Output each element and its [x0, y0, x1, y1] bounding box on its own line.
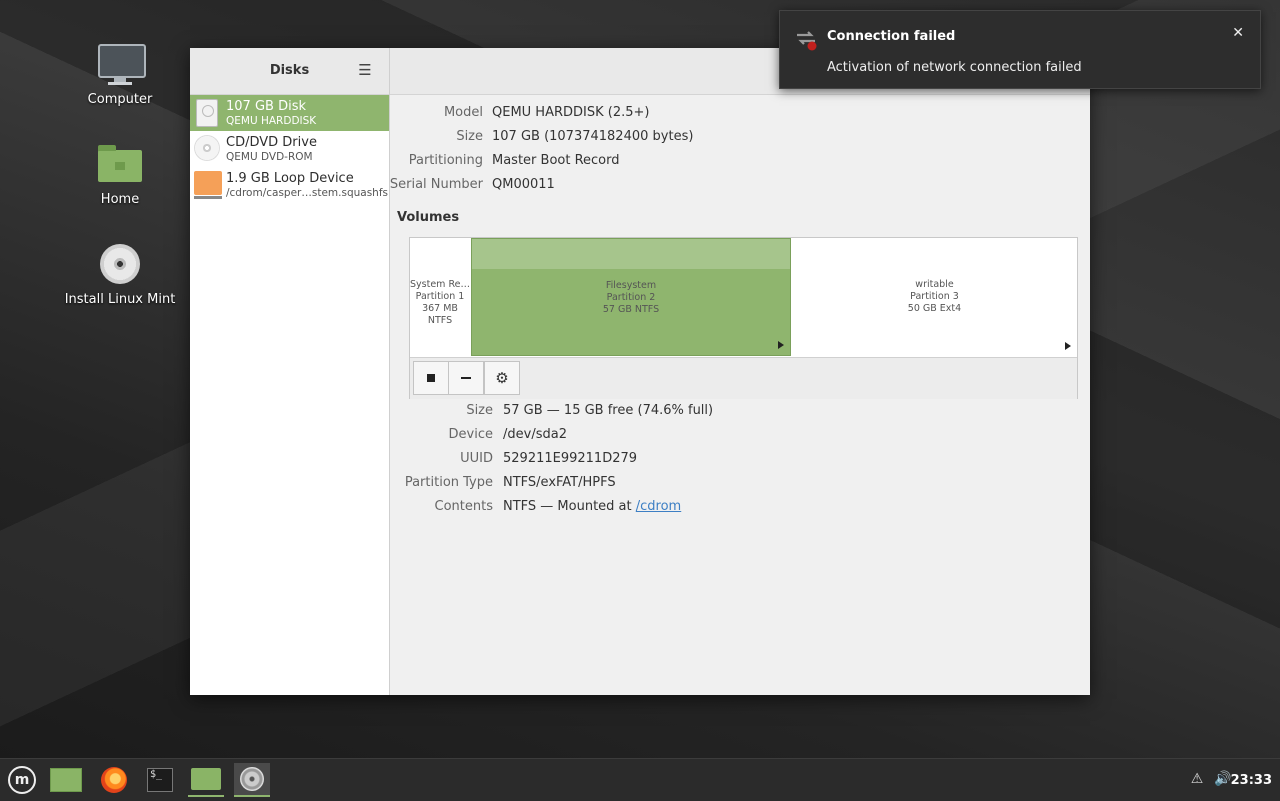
- notification-title: Connection failed: [827, 29, 956, 44]
- vol-prop-size: Size: [390, 403, 493, 423]
- vol-prop-device: Device: [390, 427, 493, 447]
- hard-disk-icon: [196, 99, 218, 127]
- home-folder-icon: [96, 140, 144, 188]
- more-actions-button[interactable]: ⚙: [484, 361, 520, 395]
- main-panel: 107 GB Disk /dev/sda Model QEMU HARDDISK…: [390, 48, 1090, 695]
- disk-name: 1.9 GB Loop Device: [226, 171, 354, 186]
- optical-disc-icon: [194, 135, 220, 161]
- minus-icon: [461, 377, 471, 379]
- contents-text: NTFS — Mounted at: [503, 499, 636, 514]
- firefox-icon: [101, 767, 127, 793]
- prop-label: Device: [448, 427, 493, 442]
- sidebar-item-cd-dvd-drive[interactable]: CD/DVD Drive QEMU DVD-ROM: [190, 131, 389, 167]
- start-menu-button[interactable]: m: [4, 763, 40, 797]
- disk-name: 107 GB Disk: [226, 99, 306, 114]
- prop-model: Model: [390, 105, 483, 125]
- disks-icon: [240, 767, 264, 791]
- prop-value: QEMU HARDDISK (2.5+): [492, 105, 650, 120]
- prop-value: /dev/sda2: [503, 427, 567, 442]
- sidebar-item-107gb-disk[interactable]: 107 GB Disk QEMU HARDDISK: [190, 95, 389, 131]
- vol-prop-partition-type: Partition Type: [390, 475, 493, 495]
- prop-value: NTFS/exFAT/HPFS: [503, 475, 616, 490]
- partition-size: 57 GB NTFS: [602, 304, 660, 315]
- mount-point-link[interactable]: /cdrom: [636, 499, 681, 514]
- loop-device-icon: [194, 171, 222, 199]
- volumes-heading: Volumes: [397, 210, 460, 225]
- prop-label: Partitioning: [408, 153, 483, 168]
- computer-icon: [96, 40, 146, 88]
- disk-name: CD/DVD Drive: [226, 135, 317, 150]
- prop-label: Contents: [434, 499, 493, 514]
- prop-size: Size: [390, 129, 483, 149]
- prop-serial-number: Serial Number: [390, 177, 483, 197]
- expand-arrow-icon[interactable]: [1065, 342, 1071, 350]
- close-icon[interactable]: ✕: [1232, 25, 1244, 41]
- linux-mint-logo-icon: m: [8, 766, 36, 794]
- partition-2[interactable]: Filesystem Partition 2 57 GB NTFS: [471, 238, 791, 356]
- folder-icon: [191, 768, 221, 790]
- files-task[interactable]: [188, 763, 224, 797]
- prop-value: QM00011: [492, 177, 555, 192]
- partition-1[interactable]: System Re… Partition 1 367 MB NTFS: [410, 238, 470, 356]
- vol-prop-contents: Contents: [390, 499, 493, 519]
- notification-popup[interactable]: Connection failed Activation of network …: [779, 10, 1261, 89]
- partition-3[interactable]: writable Partition 3 50 GB Ext4: [792, 238, 1077, 356]
- notification-body: Activation of network connection failed: [827, 60, 1082, 75]
- prop-partitioning: Partitioning: [390, 153, 483, 173]
- disk-subtitle: QEMU HARDDISK: [226, 115, 317, 127]
- partition-size: 367 MB NTFS: [422, 303, 458, 326]
- show-desktop-button[interactable]: [48, 763, 84, 797]
- network-error-icon: [797, 31, 817, 51]
- clock[interactable]: 23:33: [1231, 773, 1272, 788]
- unmount-button[interactable]: [413, 361, 449, 395]
- partition-name: writable: [915, 279, 954, 290]
- prop-label: Partition Type: [404, 475, 493, 490]
- prop-label: Size: [466, 403, 493, 418]
- disks-task[interactable]: [234, 763, 270, 797]
- hamburger-menu-icon[interactable]: ☰: [357, 62, 373, 78]
- partition-size: 50 GB Ext4: [907, 303, 962, 314]
- desktop-icon-install-linux-mint[interactable]: Install Linux Mint: [60, 240, 180, 307]
- disks-window: Disks ☰ 107 GB Disk QEMU HARDDISK CD/DVD…: [190, 48, 1090, 695]
- volume-icon[interactable]: 🔊: [1214, 771, 1232, 789]
- terminal-launcher[interactable]: $_: [142, 763, 178, 797]
- prop-value: 107 GB (107374182400 bytes): [492, 129, 694, 144]
- sidebar-header: Disks ☰: [190, 48, 389, 95]
- desktop-icon-label: Install Linux Mint: [64, 292, 176, 307]
- expand-arrow-icon[interactable]: [778, 341, 784, 349]
- disk-subtitle: /cdrom/casper…stem.squashfs: [226, 187, 389, 199]
- sidebar-item-loop-device[interactable]: 1.9 GB Loop Device /cdrom/casper…stem.sq…: [190, 167, 389, 203]
- firefox-launcher[interactable]: [96, 763, 132, 797]
- partition-name: System Re…: [410, 279, 470, 290]
- network-icon[interactable]: ⚠: [1188, 771, 1206, 789]
- disk-subtitle: QEMU DVD-ROM: [226, 151, 313, 163]
- vol-prop-uuid: UUID: [390, 451, 493, 471]
- disc-icon: [96, 240, 144, 288]
- prop-value: 529211E99211D279: [503, 451, 638, 466]
- stop-icon: [427, 374, 435, 382]
- partition-number: Partition 1: [415, 291, 465, 302]
- prop-label: Size: [456, 129, 483, 144]
- partition-number: Partition 3: [910, 291, 959, 302]
- volume-toolbar: ⚙: [410, 357, 1077, 399]
- sidebar: Disks ☰ 107 GB Disk QEMU HARDDISK CD/DVD…: [190, 48, 390, 695]
- taskbar: m $_ ⚠ 🔊 23:33: [0, 758, 1280, 801]
- desktop-icon-computer[interactable]: Computer: [60, 40, 180, 107]
- desktop-icon-label: Home: [100, 192, 140, 207]
- gear-icon: ⚙: [495, 368, 509, 387]
- terminal-icon: $_: [147, 768, 173, 792]
- partition-number: Partition 2: [606, 292, 656, 303]
- prop-value: 57 GB — 15 GB free (74.6% full): [503, 403, 714, 418]
- prop-value-contents: NTFS — Mounted at /cdrom: [503, 499, 681, 514]
- desktop-icon-home[interactable]: Home: [60, 140, 180, 207]
- prop-value: Master Boot Record: [492, 153, 620, 168]
- prop-label: UUID: [460, 451, 493, 466]
- volumes-map: System Re… Partition 1 367 MB NTFS Files…: [409, 237, 1078, 399]
- delete-partition-button[interactable]: [448, 361, 484, 395]
- prop-label: Serial Number: [389, 177, 483, 192]
- prop-label: Model: [443, 105, 483, 120]
- desktop-icon-label: Computer: [87, 92, 153, 107]
- desktop-icon: [50, 768, 82, 792]
- partition-name: Filesystem: [605, 280, 657, 291]
